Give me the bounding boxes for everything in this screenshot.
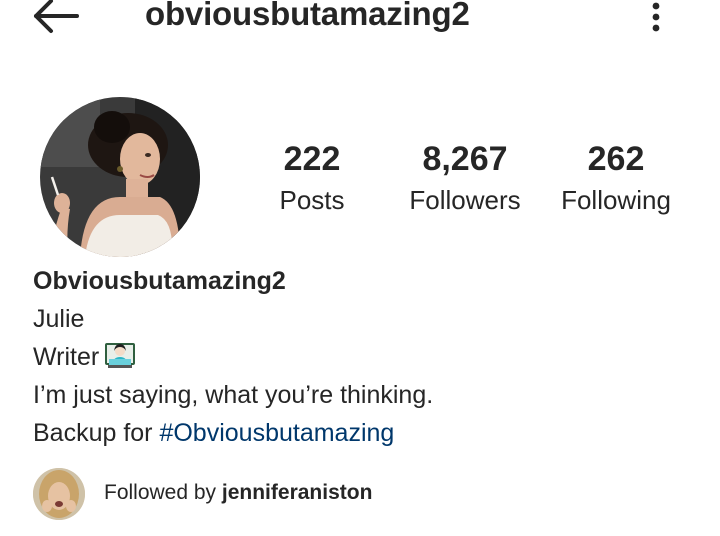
more-vertical-icon xyxy=(652,2,660,32)
bio-hashtag-link[interactable]: #Obviousbutamazing xyxy=(159,419,394,447)
posts-label: Posts xyxy=(279,185,345,215)
followers-stat[interactable]: 8,267 Followers xyxy=(394,138,536,220)
posts-count: 222 xyxy=(283,140,341,178)
bio-tagline: I’m just saying, what you’re thinking. xyxy=(33,381,434,409)
bio-backup-line: Backup for #Obviousbutamazing xyxy=(33,414,693,452)
profile-bio: Obviousbutamazing2 Julie Writer I’m just… xyxy=(33,262,693,452)
profile-avatar[interactable] xyxy=(40,97,200,257)
following-count: 262 xyxy=(587,140,645,178)
followers-count: 8,267 xyxy=(422,140,508,178)
top-bar: obviousbutamazing2 xyxy=(0,0,720,44)
arrow-left-icon xyxy=(34,0,79,33)
follower-avatar-photo xyxy=(33,468,85,520)
bio-display-name: Obviousbutamazing2 xyxy=(33,267,286,295)
more-options-button[interactable] xyxy=(640,0,672,36)
followed-by-text: Followed by jenniferaniston xyxy=(104,481,372,505)
followed-by-prefix: Followed by xyxy=(104,481,222,504)
bio-occupation: Writer xyxy=(33,343,100,371)
back-button[interactable] xyxy=(30,0,82,40)
followers-label: Followers xyxy=(409,185,521,215)
posts-stat[interactable]: 222 Posts xyxy=(252,138,372,220)
bio-name: Julie xyxy=(33,305,85,333)
following-stat[interactable]: 262 Following xyxy=(548,138,684,220)
follower-avatar[interactable] xyxy=(33,468,85,520)
bio-occupation-line: Writer xyxy=(33,338,693,376)
woman-technologist-emoji-icon xyxy=(105,341,136,369)
followed-by-username[interactable]: jenniferaniston xyxy=(222,481,373,504)
profile-username-title: obviousbutamazing2 xyxy=(145,0,470,32)
following-label: Following xyxy=(561,185,671,215)
bio-backup-prefix: Backup for xyxy=(33,419,160,447)
followed-by-row[interactable]: Followed by jenniferaniston xyxy=(33,468,693,522)
profile-photo xyxy=(40,97,200,257)
